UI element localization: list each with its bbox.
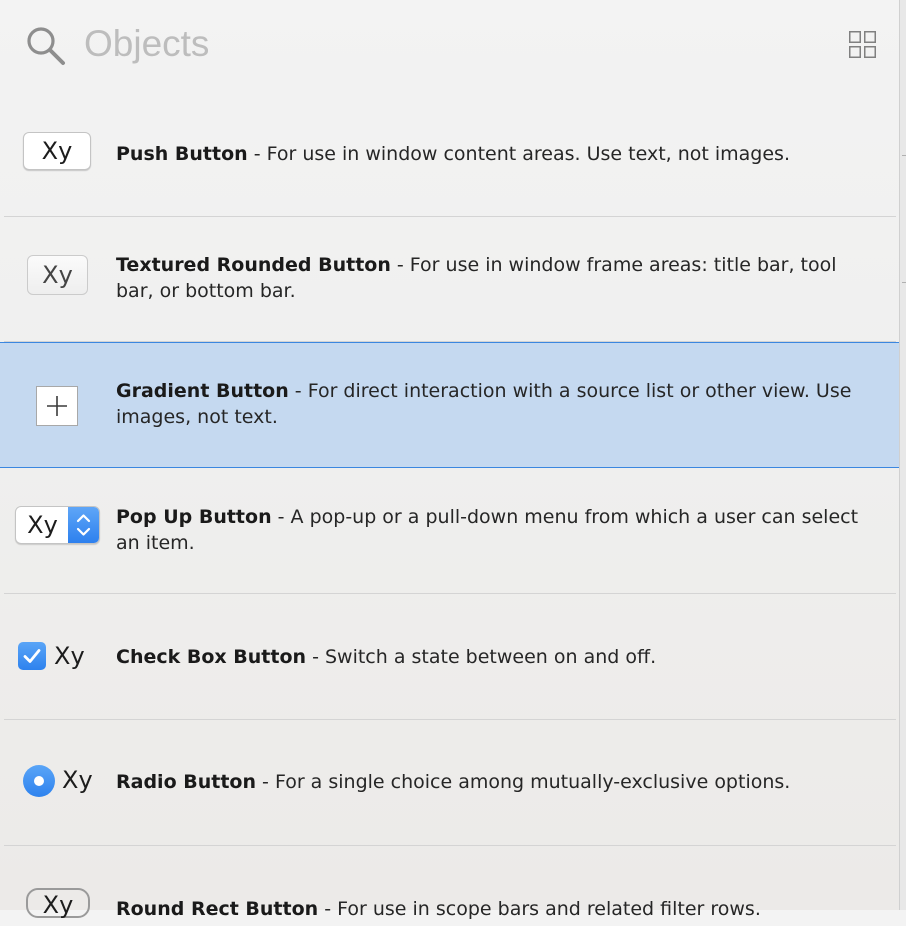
list-item-gradient-button[interactable]: Gradient Button - For direct interaction… — [0, 342, 906, 468]
item-description: Radio Button - For a single choice among… — [116, 771, 791, 793]
list-item-round-rect-button[interactable]: Xy Round Rect Button - For use in scope … — [0, 846, 906, 926]
radio-selected-icon — [23, 765, 55, 797]
search-icon — [27, 27, 65, 65]
pop-up-button-label: Xy — [27, 511, 58, 539]
list-item-radio-button[interactable]: Xy Radio Button - For a single choice am… — [0, 720, 906, 846]
checkbox-checked-icon — [18, 642, 46, 670]
item-name: Push Button — [116, 143, 248, 165]
item-description: Round Rect Button - For use in scope bar… — [116, 898, 761, 920]
item-name: Textured Rounded Button — [116, 254, 391, 276]
item-name: Round Rect Button — [116, 898, 319, 920]
item-description: Push Button - For use in window content … — [116, 143, 790, 165]
item-description: Pop Up Button - A pop-up or a pull-down … — [116, 506, 859, 554]
item-name: Radio Button — [116, 771, 256, 793]
list-item-push-button[interactable]: Xy Push Button - For use in window conte… — [0, 92, 906, 217]
push-button-preview: Xy — [23, 132, 91, 170]
list-item-textured-rounded-button[interactable]: Xy Textured Rounded Button - For use in … — [0, 217, 906, 342]
item-name: Check Box Button — [116, 646, 307, 668]
gradient-button-preview — [36, 386, 78, 426]
search-input[interactable]: Objects — [84, 22, 209, 66]
list-item-pop-up-button[interactable]: Xy Pop Up Button - A pop-up or a pull-do… — [0, 468, 906, 594]
up-down-chevron-icon — [68, 507, 99, 543]
check-box-label: Xy — [54, 642, 85, 670]
textured-rounded-button-preview: Xy — [27, 255, 88, 295]
grid-view-icon[interactable] — [849, 31, 876, 58]
round-rect-button-preview: Xy — [26, 888, 90, 919]
search-bar: Objects — [0, 0, 906, 92]
window-right-edge — [899, 0, 906, 910]
item-description: Gradient Button - For direct interaction… — [116, 380, 852, 428]
plus-icon — [47, 396, 67, 416]
object-library-list: Xy Push Button - For use in window conte… — [0, 92, 906, 926]
pop-up-button-preview: Xy — [15, 506, 100, 544]
item-description: Check Box Button - Switch a state betwee… — [116, 646, 657, 668]
list-item-check-box-button[interactable]: Xy Check Box Button - Switch a state bet… — [0, 594, 906, 720]
item-description: Textured Rounded Button - For use in win… — [116, 254, 837, 302]
radio-button-label: Xy — [62, 766, 93, 794]
item-name: Pop Up Button — [116, 506, 272, 528]
item-name: Gradient Button — [116, 380, 289, 402]
